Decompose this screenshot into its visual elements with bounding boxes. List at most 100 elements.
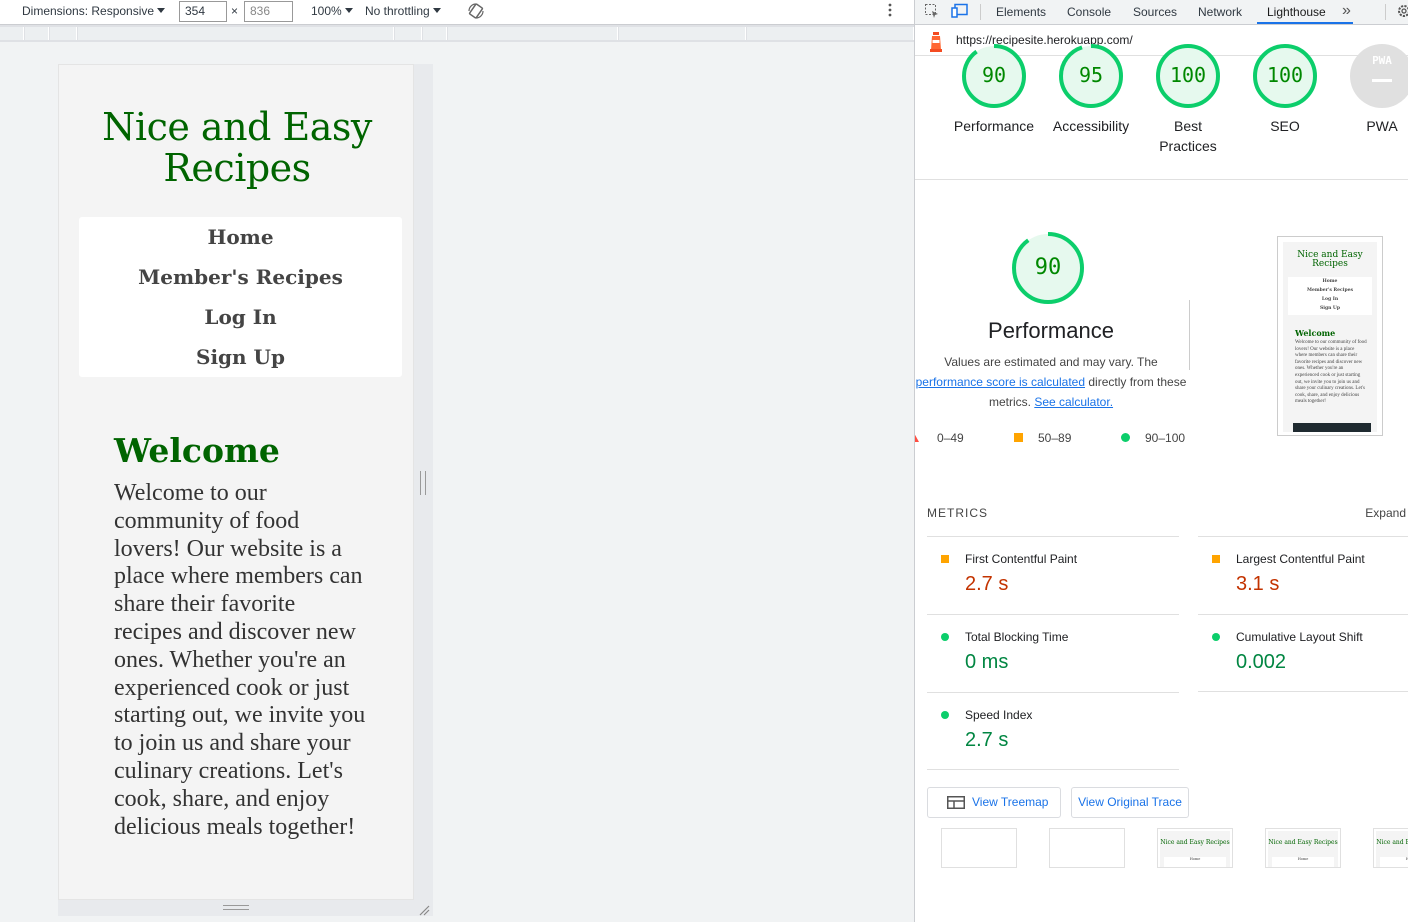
filmstrip-page: Nice and Easy Recipes Home xyxy=(1376,831,1408,867)
tab-lighthouse[interactable]: Lighthouse xyxy=(1267,5,1326,19)
dimensions-dropdown[interactable]: Dimensions: Responsive xyxy=(22,4,166,18)
circle-icon xyxy=(1212,633,1220,641)
legend-label: 50–89 xyxy=(1038,431,1072,445)
gauge-score: 95 xyxy=(1078,63,1104,87)
tab-console[interactable]: Console xyxy=(1067,5,1111,19)
thumbnail-page: Nice and Easy Recipes Home Member's Reci… xyxy=(1283,242,1377,432)
gauge-accessibility[interactable]: 95 Accessibility xyxy=(1047,42,1135,136)
view-treemap-button[interactable]: View Treemap xyxy=(927,787,1061,818)
see-calculator-link[interactable]: See calculator. xyxy=(1034,395,1113,409)
thumbnail-image xyxy=(1293,423,1371,432)
devtools-tabbar: Elements Console Sources Network Lightho… xyxy=(915,0,1408,25)
throttling-label: No throttling xyxy=(365,4,430,18)
ruler-segment[interactable] xyxy=(25,27,49,40)
more-options-icon[interactable] xyxy=(888,3,892,17)
vertical-divider xyxy=(1189,300,1190,370)
nav-link-log-in[interactable]: Log In xyxy=(79,297,402,337)
device-toggle-icon[interactable] xyxy=(951,3,969,22)
filmstrip-frame: Nice and Easy Recipes Home xyxy=(1373,828,1408,868)
height-input[interactable]: 836 xyxy=(244,1,293,22)
ruler-segment[interactable] xyxy=(50,27,77,40)
gauge-best-practices[interactable]: 100 Best Practices xyxy=(1144,42,1232,156)
thumbnail-nav: Home Member's Recipes Log In Sign Up xyxy=(1288,277,1372,315)
gauge-score: 90 xyxy=(1034,255,1062,280)
device-toolbar: Dimensions: Responsive 354 × 836 100% No… xyxy=(0,0,914,25)
thumbnail-nav-item: Member's Recipes xyxy=(1306,288,1354,293)
tab-divider xyxy=(980,4,981,20)
metric-fcp: First Contentful Paint 2.7 s xyxy=(927,536,1179,614)
metric-value: 2.7 s xyxy=(965,729,1009,751)
score-calculation-link[interactable]: performance score is calculated xyxy=(916,375,1085,389)
gauge-pwa[interactable]: PWA PWA xyxy=(1338,42,1408,136)
metric-value: 2.7 s xyxy=(965,573,1009,595)
legend-label: 90–100 xyxy=(1145,431,1186,445)
resize-handle-corner[interactable] xyxy=(418,904,430,916)
metrics-divider xyxy=(927,769,1179,770)
chevron-down-icon xyxy=(344,8,353,13)
gauge-performance[interactable]: 90 Performance xyxy=(950,42,1038,136)
filmstrip-title: Nice and Easy Recipes xyxy=(1160,839,1230,846)
filmstrip-frame: Nice and Easy Recipes Home xyxy=(1157,828,1233,868)
throttling-dropdown[interactable]: No throttling xyxy=(365,4,441,18)
final-screenshot-thumbnail[interactable]: Nice and Easy Recipes Home Member's Reci… xyxy=(1277,236,1383,436)
rotate-icon[interactable] xyxy=(467,2,485,23)
metric-value: 0.002 xyxy=(1236,651,1287,673)
thumbnail-nav-item: Home xyxy=(1322,279,1338,284)
thumbnail-nav-item: Log In xyxy=(1321,297,1339,302)
ruler-segment[interactable] xyxy=(0,27,24,40)
button-label: View Treemap xyxy=(972,795,1049,809)
performance-description: Values are estimated and may vary. The p… xyxy=(915,352,1187,412)
thumbnail-welcome: Welcome xyxy=(1295,328,1336,338)
filmstrip-nav: Home xyxy=(1380,857,1408,867)
nav-link-members-recipes[interactable]: Member's Recipes xyxy=(79,257,402,297)
ruler-segment[interactable] xyxy=(448,27,618,40)
filmstrip-frame xyxy=(941,828,1017,868)
filmstrip-nav: Home xyxy=(1164,857,1226,867)
zoom-label: 100% xyxy=(311,4,342,18)
view-original-trace-button[interactable]: View Original Trace xyxy=(1071,787,1189,818)
tab-sources[interactable]: Sources xyxy=(1133,5,1177,19)
nav-link-sign-up[interactable]: Sign Up xyxy=(79,337,402,377)
zoom-dropdown[interactable]: 100% xyxy=(311,4,353,18)
ruler-segment[interactable] xyxy=(619,27,746,40)
filmstrip-title: Nice and Easy Recipes xyxy=(1376,839,1408,846)
ruler-segment[interactable] xyxy=(423,27,447,40)
inspect-element-icon[interactable] xyxy=(924,3,940,22)
triangle-icon xyxy=(915,434,919,442)
width-input[interactable]: 354 xyxy=(179,1,227,22)
gauge-label: Best Practices xyxy=(1159,118,1217,154)
metric-lcp: Largest Contentful Paint 3.1 s xyxy=(1198,536,1408,614)
metric-value: 3.1 s xyxy=(1236,573,1280,595)
welcome-text: Welcome to our community of food lovers!… xyxy=(114,480,366,840)
gauge-label: PWA xyxy=(1366,118,1398,134)
nav-link-home[interactable]: Home xyxy=(79,217,402,257)
ruler-segment[interactable] xyxy=(78,27,394,40)
gauge-score: 90 xyxy=(981,63,1007,87)
square-icon xyxy=(941,555,949,563)
tab-elements[interactable]: Elements xyxy=(996,5,1046,19)
more-tabs-icon[interactable]: » xyxy=(1342,2,1351,20)
resize-handle-bottom[interactable] xyxy=(58,900,433,916)
gear-icon[interactable] xyxy=(1396,3,1408,22)
circle-icon xyxy=(1121,433,1130,442)
site-nav: Home Member's Recipes Log In Sign Up xyxy=(79,217,402,377)
ruler-segment[interactable] xyxy=(395,27,422,40)
metric-value: 0 ms xyxy=(965,651,1009,673)
lighthouse-icon xyxy=(929,30,943,55)
circle-icon xyxy=(941,633,949,641)
metric-name: Largest Contentful Paint xyxy=(1236,552,1365,566)
expand-view-toggle[interactable]: Expand xyxy=(1365,506,1406,520)
resize-handle-right[interactable] xyxy=(414,64,433,900)
square-icon xyxy=(1212,555,1220,563)
gauge-seo[interactable]: 100 SEO xyxy=(1241,42,1329,136)
pwa-badge-text: PWA xyxy=(1372,54,1392,67)
metric-speed-index: Speed Index 2.7 s xyxy=(927,692,1179,770)
viewport-area: Nice and Easy Recipes Home Member's Reci… xyxy=(0,42,914,922)
ruler-segment[interactable] xyxy=(747,27,914,40)
tab-network[interactable]: Network xyxy=(1198,5,1242,19)
metrics-header: METRICS xyxy=(927,506,988,520)
metric-name: Total Blocking Time xyxy=(965,630,1069,644)
gauge-performance-large: 90 xyxy=(1008,230,1088,306)
filmstrip-frame xyxy=(1049,828,1125,868)
media-query-ruler xyxy=(0,25,914,42)
